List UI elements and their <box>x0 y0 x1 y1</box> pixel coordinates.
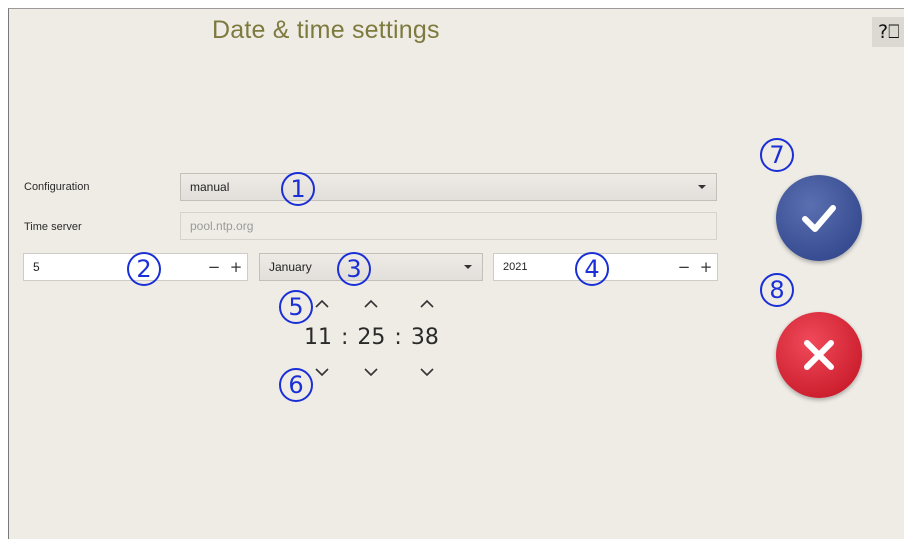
annotation-marker-3: 3 <box>337 252 371 286</box>
day-increment-button[interactable]: + <box>225 254 247 280</box>
configuration-value: manual <box>190 180 230 194</box>
confirm-button[interactable] <box>776 175 862 261</box>
time-separator: : <box>341 325 349 350</box>
seconds-down-button[interactable] <box>412 363 442 381</box>
month-value: January <box>269 260 312 274</box>
annotation-marker-4: 4 <box>575 252 609 286</box>
hours-value: 11 <box>304 325 332 350</box>
page-title: Date & time settings <box>212 16 440 44</box>
minutes-down-button[interactable] <box>356 363 386 381</box>
day-decrement-button[interactable]: − <box>203 254 225 280</box>
year-decrement-button[interactable]: − <box>673 254 695 280</box>
chevron-down-icon <box>420 368 434 377</box>
annotation-marker-2: 2 <box>127 252 161 286</box>
time-server-value: pool.ntp.org <box>190 219 254 233</box>
annotation-marker-1: 1 <box>281 172 315 206</box>
minutes-value: 25 <box>357 325 386 350</box>
time-separator: : <box>394 325 402 350</box>
configuration-label: Configuration <box>24 181 90 193</box>
chevron-down-icon <box>698 185 706 189</box>
seconds-up-button[interactable] <box>412 295 442 313</box>
help-button[interactable]: ?⎕ <box>872 17 904 47</box>
time-server-input[interactable]: pool.ntp.org <box>180 212 717 240</box>
annotation-marker-6: 6 <box>279 368 313 402</box>
chevron-down-icon <box>464 265 472 269</box>
checkmark-icon <box>802 205 836 232</box>
time-display: 11 : 25 : 38 <box>304 325 439 350</box>
time-server-label: Time server <box>24 221 82 233</box>
close-icon <box>804 340 834 370</box>
seconds-value: 38 <box>410 325 439 350</box>
year-value: 2021 <box>503 261 528 273</box>
annotation-marker-8: 8 <box>760 273 794 307</box>
minutes-up-button[interactable] <box>356 295 386 313</box>
chevron-up-icon <box>364 299 378 308</box>
chevron-up-icon <box>420 299 434 308</box>
chevron-down-icon <box>364 368 378 377</box>
cancel-button[interactable] <box>776 312 862 398</box>
settings-window: Date & time settings ?⎕ Configuration ma… <box>8 8 904 539</box>
configuration-select[interactable]: manual <box>180 173 717 201</box>
month-select[interactable]: January <box>259 253 483 281</box>
annotation-marker-7: 7 <box>760 138 794 172</box>
year-increment-button[interactable]: + <box>695 254 717 280</box>
day-value: 5 <box>33 260 40 274</box>
annotation-marker-5: 5 <box>279 290 313 324</box>
